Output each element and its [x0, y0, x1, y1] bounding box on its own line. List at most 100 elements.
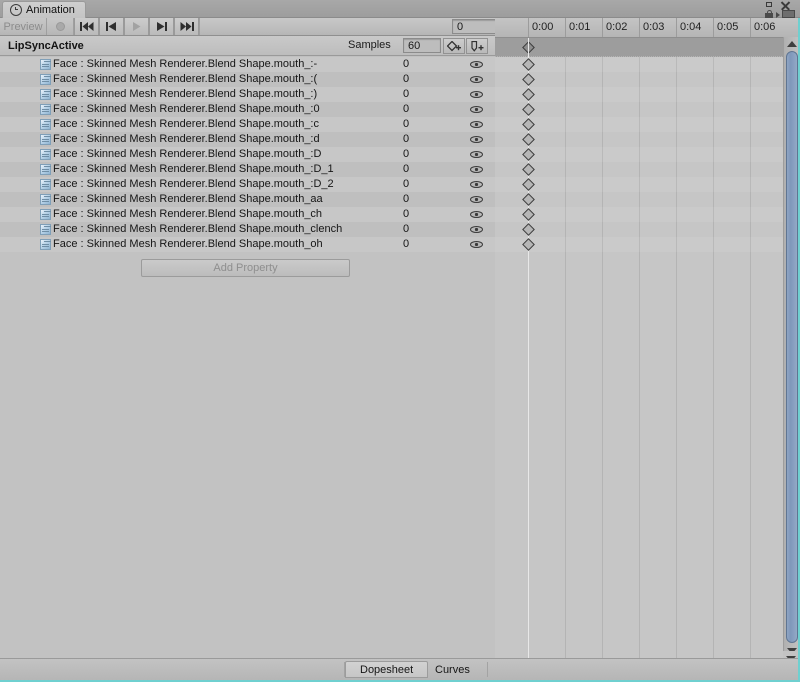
play-icon	[133, 22, 141, 31]
property-visibility-toggle[interactable]	[470, 166, 483, 173]
keyframe-diamond[interactable]	[522, 73, 535, 86]
summary-row[interactable]	[495, 38, 800, 57]
property-name: Face : Skinned Mesh Renderer.Blend Shape…	[53, 148, 322, 160]
menu-icon[interactable]	[776, 9, 796, 18]
keyframe-diamond[interactable]	[522, 88, 535, 101]
property-row[interactable]: Face : Skinned Mesh Renderer.Blend Shape…	[0, 147, 495, 162]
keyframe-diamond[interactable]	[522, 208, 535, 221]
property-list: Face : Skinned Mesh Renderer.Blend Shape…	[0, 57, 495, 658]
tab-curves[interactable]: Curves	[421, 661, 484, 678]
property-visibility-toggle[interactable]	[470, 211, 483, 218]
property-value[interactable]: 0	[403, 162, 409, 177]
property-visibility-toggle[interactable]	[470, 121, 483, 128]
property-value[interactable]: 0	[403, 117, 409, 132]
property-row[interactable]: Face : Skinned Mesh Renderer.Blend Shape…	[0, 117, 495, 132]
lock-icon[interactable]	[764, 9, 774, 18]
property-row[interactable]: Face : Skinned Mesh Renderer.Blend Shape…	[0, 222, 495, 237]
property-row[interactable]: Face : Skinned Mesh Renderer.Blend Shape…	[0, 177, 495, 192]
clip-name-label[interactable]: LipSyncActive	[0, 40, 84, 52]
property-row[interactable]: Face : Skinned Mesh Renderer.Blend Shape…	[0, 102, 495, 117]
property-value[interactable]: 0	[403, 192, 409, 207]
add-keyframe-button[interactable]	[443, 38, 465, 54]
vertical-scrollbar[interactable]	[783, 37, 799, 658]
property-visibility-toggle[interactable]	[470, 241, 483, 248]
tab-animation[interactable]: Animation	[2, 1, 86, 18]
property-value[interactable]: 0	[403, 207, 409, 222]
keyframe-diamond[interactable]	[522, 103, 535, 116]
add-property-button[interactable]: Add Property	[141, 259, 350, 277]
window-tabstrip: Animation	[0, 0, 800, 18]
dopesheet-body[interactable]	[495, 38, 800, 658]
keyframe-diamond[interactable]	[522, 148, 535, 161]
last-frame-button[interactable]	[174, 18, 199, 35]
play-button[interactable]	[124, 18, 149, 35]
tab-dopesheet[interactable]: Dopesheet	[345, 661, 429, 678]
property-visibility-toggle[interactable]	[470, 136, 483, 143]
property-visibility-toggle[interactable]	[470, 91, 483, 98]
property-visibility-toggle[interactable]	[470, 61, 483, 68]
keyframe-row[interactable]	[495, 177, 800, 192]
property-value[interactable]: 0	[403, 177, 409, 192]
property-row[interactable]: Face : Skinned Mesh Renderer.Blend Shape…	[0, 207, 495, 222]
keyframe-row[interactable]	[495, 162, 800, 177]
property-visibility-toggle[interactable]	[470, 76, 483, 83]
keyframe-diamond[interactable]	[522, 223, 535, 236]
first-frame-button[interactable]	[74, 18, 99, 35]
property-name: Face : Skinned Mesh Renderer.Blend Shape…	[53, 103, 320, 115]
property-value[interactable]: 0	[403, 237, 409, 252]
property-row[interactable]: Face : Skinned Mesh Renderer.Blend Shape…	[0, 72, 495, 87]
keyframe-diamond[interactable]	[522, 163, 535, 176]
keyframe-diamond[interactable]	[522, 178, 535, 191]
keyframe-row[interactable]	[495, 207, 800, 222]
keyframe-diamond[interactable]	[522, 193, 535, 206]
keyframe-row[interactable]	[495, 117, 800, 132]
property-row[interactable]: Face : Skinned Mesh Renderer.Blend Shape…	[0, 132, 495, 147]
keyframe-diamond[interactable]	[522, 118, 535, 131]
current-frame-input[interactable]: 0	[452, 19, 499, 34]
property-value[interactable]: 0	[403, 72, 409, 87]
visibility-icon	[470, 151, 483, 158]
keyframe-diamond[interactable]	[522, 58, 535, 71]
previous-frame-button[interactable]	[99, 18, 124, 35]
property-visibility-toggle[interactable]	[470, 151, 483, 158]
property-row[interactable]: Face : Skinned Mesh Renderer.Blend Shape…	[0, 87, 495, 102]
property-value[interactable]: 0	[403, 57, 409, 72]
property-visibility-toggle[interactable]	[470, 196, 483, 203]
keyframe-row[interactable]	[495, 222, 800, 237]
property-name: Face : Skinned Mesh Renderer.Blend Shape…	[53, 163, 334, 175]
keyframe-row[interactable]	[495, 72, 800, 87]
keyframe-row[interactable]	[495, 192, 800, 207]
property-value[interactable]: 0	[403, 102, 409, 117]
next-frame-button[interactable]	[149, 18, 174, 35]
keyframe-row[interactable]	[495, 87, 800, 102]
property-value[interactable]: 0	[403, 147, 409, 162]
keyframe-diamond[interactable]	[522, 133, 535, 146]
preview-button[interactable]: Preview	[0, 18, 47, 35]
property-row[interactable]: Face : Skinned Mesh Renderer.Blend Shape…	[0, 237, 495, 252]
keyframe-row[interactable]	[495, 102, 800, 117]
property-row[interactable]: Face : Skinned Mesh Renderer.Blend Shape…	[0, 162, 495, 177]
property-visibility-toggle[interactable]	[470, 106, 483, 113]
record-button[interactable]	[48, 18, 74, 35]
samples-input[interactable]: 60	[403, 38, 441, 53]
property-visibility-toggle[interactable]	[470, 181, 483, 188]
add-event-button[interactable]	[466, 38, 488, 54]
keyframe-row[interactable]	[495, 57, 800, 72]
property-value[interactable]: 0	[403, 87, 409, 102]
scroll-up-icon[interactable]	[787, 41, 797, 47]
blendshape-icon	[40, 74, 51, 85]
property-visibility-toggle[interactable]	[470, 226, 483, 233]
property-row[interactable]: Face : Skinned Mesh Renderer.Blend Shape…	[0, 57, 495, 72]
property-row[interactable]: Face : Skinned Mesh Renderer.Blend Shape…	[0, 192, 495, 207]
step-back-icon	[106, 22, 116, 31]
keyframe-row[interactable]	[495, 237, 800, 252]
toolbar-divider	[199, 18, 200, 35]
keyframe-row[interactable]	[495, 132, 800, 147]
vertical-scrollbar-thumb[interactable]	[786, 51, 798, 643]
keyframe-diamond[interactable]	[522, 238, 535, 251]
property-value[interactable]: 0	[403, 132, 409, 147]
keyframe-row[interactable]	[495, 147, 800, 162]
property-value[interactable]: 0	[403, 222, 409, 237]
time-ruler[interactable]: 0:00 0:01 0:02 0:03 0:04 0:05 0:06	[495, 18, 800, 38]
property-name: Face : Skinned Mesh Renderer.Blend Shape…	[53, 223, 343, 235]
